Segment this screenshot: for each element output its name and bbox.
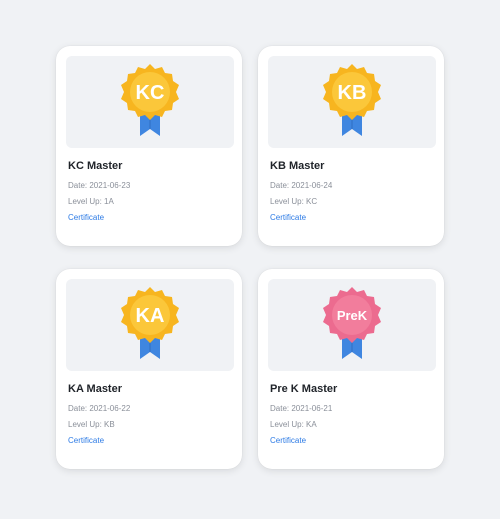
certificate-link[interactable]: Certificate [68,436,104,445]
card-date: Date: 2021-06-22 [68,404,131,413]
card-date: Date: 2021-06-21 [270,404,333,413]
badge-label: KC [136,82,165,104]
badge-thumbnail: PreK [268,279,436,371]
card-level: Level Up: KB [68,420,115,429]
card-level: Level Up: KC [270,197,318,206]
achievement-card-prek: PreK Pre K Master Date: 2021-06-21 Level… [258,269,444,469]
card-level: Level Up: KA [270,420,317,429]
achievement-card-ka: KA KA Master Date: 2021-06-22 Level Up: … [56,269,242,469]
badge-thumbnail: KC [66,56,234,148]
card-date: Date: 2021-06-23 [68,181,131,190]
card-title: KA Master [68,383,122,395]
certificate-link[interactable]: Certificate [270,213,306,222]
medal-badge-icon: KC [121,64,179,136]
badge-label: PreK [337,308,368,323]
badge-thumbnail: KB [268,56,436,148]
medal-badge-icon: KB [323,64,381,136]
card-date: Date: 2021-06-24 [270,181,333,190]
certificate-link[interactable]: Certificate [68,213,104,222]
medal-badge-icon: PreK [323,287,381,359]
card-title: KB Master [270,160,325,172]
badge-thumbnail: KA [66,279,234,371]
medal-badge-icon: KA [121,287,179,359]
badge-label: KA [136,305,165,327]
certificate-link[interactable]: Certificate [270,436,306,445]
card-level: Level Up: 1A [68,197,114,206]
achievement-card-kc: KC KC Master Date: 2021-06-23 Level Up: … [56,46,242,246]
achievement-card-kb: KB KB Master Date: 2021-06-24 Level Up: … [258,46,444,246]
card-title: KC Master [68,160,123,172]
card-title: Pre K Master [270,383,338,395]
badge-label: KB [338,82,367,104]
